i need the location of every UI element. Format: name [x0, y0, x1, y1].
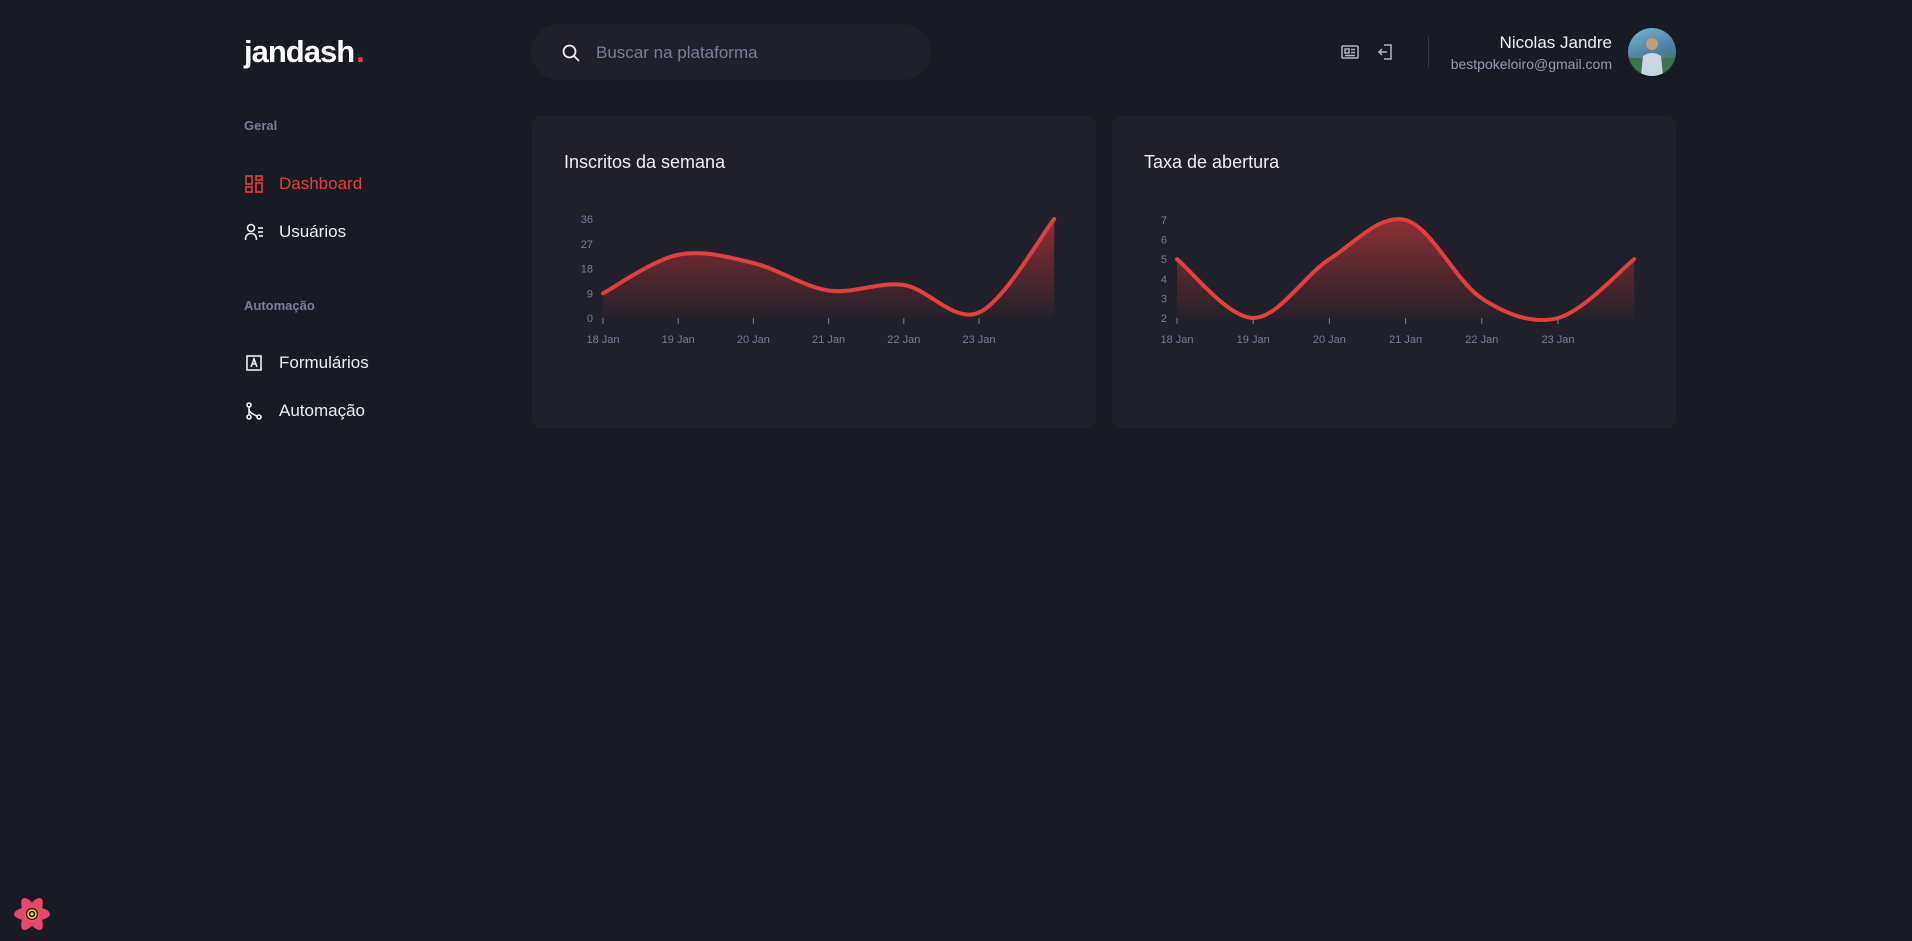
avatar[interactable]: [1628, 28, 1676, 76]
sidebar-item-formularios[interactable]: Formulários: [244, 351, 369, 375]
y-tick-label: 6: [1161, 235, 1167, 247]
section-title-geral: Geral: [244, 118, 278, 133]
x-tick-label: 20 Jan: [1313, 334, 1346, 346]
y-tick-label: 5: [1161, 254, 1167, 266]
sidebar-item-label: Dashboard: [279, 174, 363, 193]
top-header: jandash. Nicolas Jandre bestpokeloiro@gm…: [244, 22, 1676, 82]
search-box[interactable]: [531, 24, 931, 82]
y-tick-label: 7: [1161, 215, 1167, 227]
chart-card-taxa-abertura: Taxa de abertura 2 3 4 5 6 7 18 Jan 19 Jan 20 Ja…: [1112, 116, 1676, 428]
react-logo-icon[interactable]: [12, 894, 52, 934]
x-tick-label: 22 Jan: [1465, 334, 1498, 346]
y-tick-label: 2: [1161, 313, 1167, 325]
y-tick-label: 0: [587, 313, 593, 325]
x-tick-label: 18 Jan: [1160, 334, 1193, 346]
chart-card-inscritos: Inscritos da semana 0 9 18 27 36 18 Jan 19 Jan…: [532, 116, 1096, 428]
users-icon: [244, 223, 263, 241]
user-email: bestpokeloiro@gmail.com: [1450, 56, 1612, 72]
sidebar-item-usuarios[interactable]: Usuários: [244, 220, 346, 244]
y-tick-label: 27: [581, 239, 593, 251]
y-tick-label: 36: [581, 214, 593, 226]
search-icon: [562, 44, 580, 62]
sidebar-item-dashboard[interactable]: Dashboard: [244, 172, 362, 196]
x-tick-label: 23 Jan: [962, 334, 995, 346]
form-icon: [246, 355, 262, 371]
x-tick-label: 20 Jan: [737, 334, 770, 346]
y-tick-label: 9: [587, 288, 593, 300]
sidebar-item-automacao[interactable]: Automação: [244, 399, 365, 423]
logout-icon[interactable]: [1376, 42, 1396, 62]
subscribers-chart: 0 9 18 27 36 18 Jan 19 Jan 20 Jan 21 Jan 22 Jan 23…: [581, 214, 1057, 346]
y-tick-label: 18: [581, 264, 593, 276]
search-input[interactable]: [594, 24, 918, 82]
logo: jandash.: [244, 34, 365, 70]
logo-dot: .: [356, 34, 365, 69]
x-tick-label: 19 Jan: [1237, 334, 1270, 346]
y-tick-label: 3: [1161, 293, 1167, 305]
x-tick-label: 19 Jan: [662, 334, 695, 346]
logo-text: jandash: [244, 34, 355, 69]
y-tick-label: 4: [1161, 274, 1167, 286]
sidebar-item-label: Formulários: [279, 353, 369, 372]
header-divider: [1428, 36, 1429, 68]
newspaper-icon[interactable]: [1340, 42, 1360, 62]
sidebar-item-label: Usuários: [279, 222, 347, 241]
x-tick-label: 21 Jan: [812, 334, 845, 346]
x-tick-label: 22 Jan: [887, 334, 920, 346]
x-tick-label: 21 Jan: [1389, 334, 1422, 346]
git-branch-icon: [246, 402, 262, 420]
chart-area-fill: [603, 219, 1055, 318]
dashboard-icon: [245, 175, 263, 193]
section-title-automacao: Automação: [244, 298, 315, 313]
x-tick-label: 18 Jan: [586, 334, 619, 346]
chart-area-fill: [1177, 219, 1635, 321]
user-name: Nicolas Jandre: [1499, 33, 1612, 52]
open-rate-chart: 2 3 4 5 6 7 18 Jan 19 Jan 20 Jan 21 Jan 22 Jan 23 J…: [1160, 215, 1637, 346]
x-tick-label: 23 Jan: [1541, 334, 1574, 346]
sidebar-item-label: Automação: [279, 401, 365, 420]
